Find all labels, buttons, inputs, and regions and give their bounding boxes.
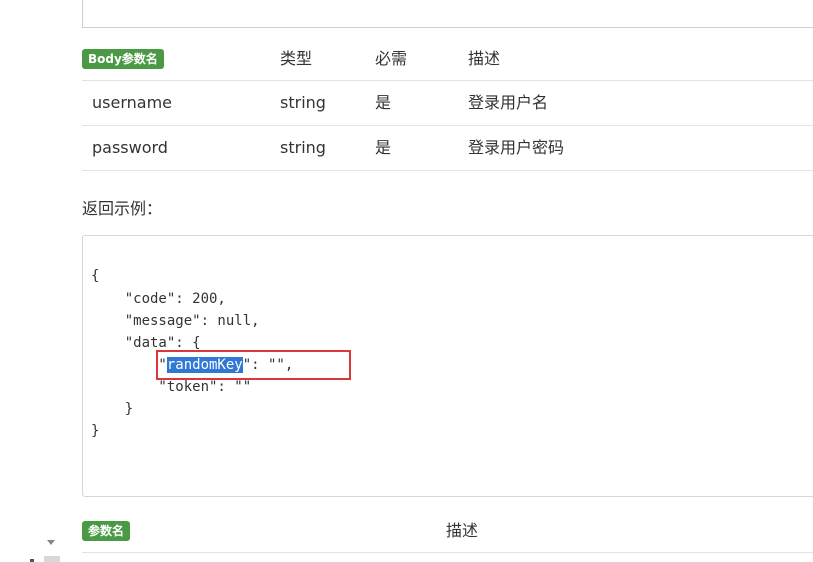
table-row: username string 是 登录用户名 [82, 81, 813, 126]
scrollbar-thumb[interactable] [44, 556, 60, 562]
code-line: } [91, 401, 134, 417]
param-type: string [280, 93, 326, 112]
type-column-header: 类型 [280, 49, 313, 68]
code-line: { [91, 268, 100, 284]
param-name-badge: 参数名 [82, 521, 131, 541]
body-param-name-badge: Body参数名 [82, 49, 164, 69]
param-name: password [92, 138, 168, 157]
scroll-down-arrow-icon[interactable] [47, 540, 55, 545]
param-description: 登录用户密码 [468, 138, 565, 157]
param-required: 是 [375, 138, 392, 157]
code-line: "message": null, [91, 313, 260, 329]
previous-section-box [82, 0, 813, 28]
table-row: password string 是 登录用户密码 [82, 126, 813, 171]
body-params-header: Body参数名 类型 必需 描述 [82, 44, 813, 81]
required-column-header: 必需 [375, 49, 408, 68]
red-annotation-box [156, 350, 351, 380]
description-column-header: 描述 [446, 521, 479, 540]
param-name: username [92, 93, 172, 112]
code-line: "code": 200, [91, 291, 226, 307]
param-description: 登录用户名 [468, 93, 549, 112]
response-example-title: 返回示例： [82, 199, 163, 218]
param-type: string [280, 138, 326, 157]
param-required: 是 [375, 93, 392, 112]
params-table-header: 参数名 描述 [82, 511, 813, 553]
code-line: } [91, 423, 100, 439]
description-column-header: 描述 [468, 49, 501, 68]
